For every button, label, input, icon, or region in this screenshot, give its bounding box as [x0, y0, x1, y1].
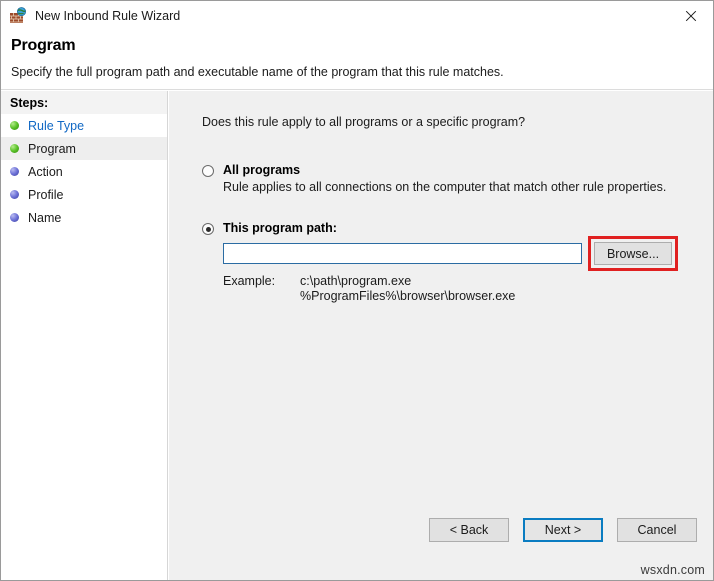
browse-button[interactable]: Browse... [594, 242, 672, 265]
question-text: Does this rule apply to all programs or … [202, 115, 525, 129]
option-all-programs-label: All programs [223, 163, 300, 177]
sidebar-item-label: Program [28, 142, 76, 156]
page-header: Program Specify the full program path an… [1, 31, 713, 90]
sidebar-item-label: Rule Type [28, 119, 84, 133]
cancel-button[interactable]: Cancel [617, 518, 697, 542]
program-path-input[interactable] [223, 243, 582, 264]
title-bar: New Inbound Rule Wizard [1, 1, 713, 31]
sidebar-item-rule-type[interactable]: Rule Type [1, 114, 167, 137]
window-title: New Inbound Rule Wizard [35, 9, 180, 23]
step-bullet-icon [10, 144, 19, 153]
page-title: Program [11, 37, 75, 55]
step-bullet-icon [10, 121, 19, 130]
step-bullet-icon [10, 167, 19, 176]
next-button[interactable]: Next > [523, 518, 603, 542]
watermark: wsxdn.com [641, 563, 705, 577]
step-bullet-icon [10, 213, 19, 222]
steps-header: Steps: [1, 91, 167, 114]
sidebar-item-label: Action [28, 165, 63, 179]
close-icon[interactable] [669, 1, 713, 30]
example-block: Example: c:\path\program.exe%ProgramFile… [223, 274, 672, 304]
sidebar-item-profile[interactable]: Profile [1, 183, 167, 206]
wizard-buttons: < Back Next > Cancel [415, 518, 697, 542]
page-subtitle: Specify the full program path and execut… [11, 65, 504, 79]
option-program-path-label: This program path: [223, 221, 337, 235]
wizard-window: New Inbound Rule Wizard Program Specify … [0, 0, 714, 581]
sidebar-item-name[interactable]: Name [1, 206, 167, 229]
step-bullet-icon [10, 190, 19, 199]
sidebar-item-program[interactable]: Program [1, 137, 167, 160]
example-label: Example: [223, 274, 300, 304]
radio-all-programs[interactable] [202, 165, 214, 177]
steps-sidebar: Steps: Rule Type Program Action Profile … [1, 91, 168, 580]
sidebar-item-label: Name [28, 211, 61, 225]
sidebar-item-action[interactable]: Action [1, 160, 167, 183]
option-all-programs-description: Rule applies to all connections on the c… [223, 180, 666, 194]
sidebar-item-label: Profile [28, 188, 63, 202]
main-panel: Does this rule apply to all programs or … [169, 91, 713, 580]
program-path-row: Browse... [223, 242, 672, 265]
option-all-programs[interactable]: All programs Rule applies to all connect… [202, 163, 666, 194]
example-values: c:\path\program.exe%ProgramFiles%\browse… [300, 274, 515, 304]
firewall-globe-icon [9, 7, 27, 25]
browse-button-wrapper: Browse... [594, 242, 672, 265]
back-button[interactable]: < Back [429, 518, 509, 542]
option-program-path[interactable]: This program path: Browse... Example: c:… [202, 221, 672, 304]
radio-program-path[interactable] [202, 223, 214, 235]
